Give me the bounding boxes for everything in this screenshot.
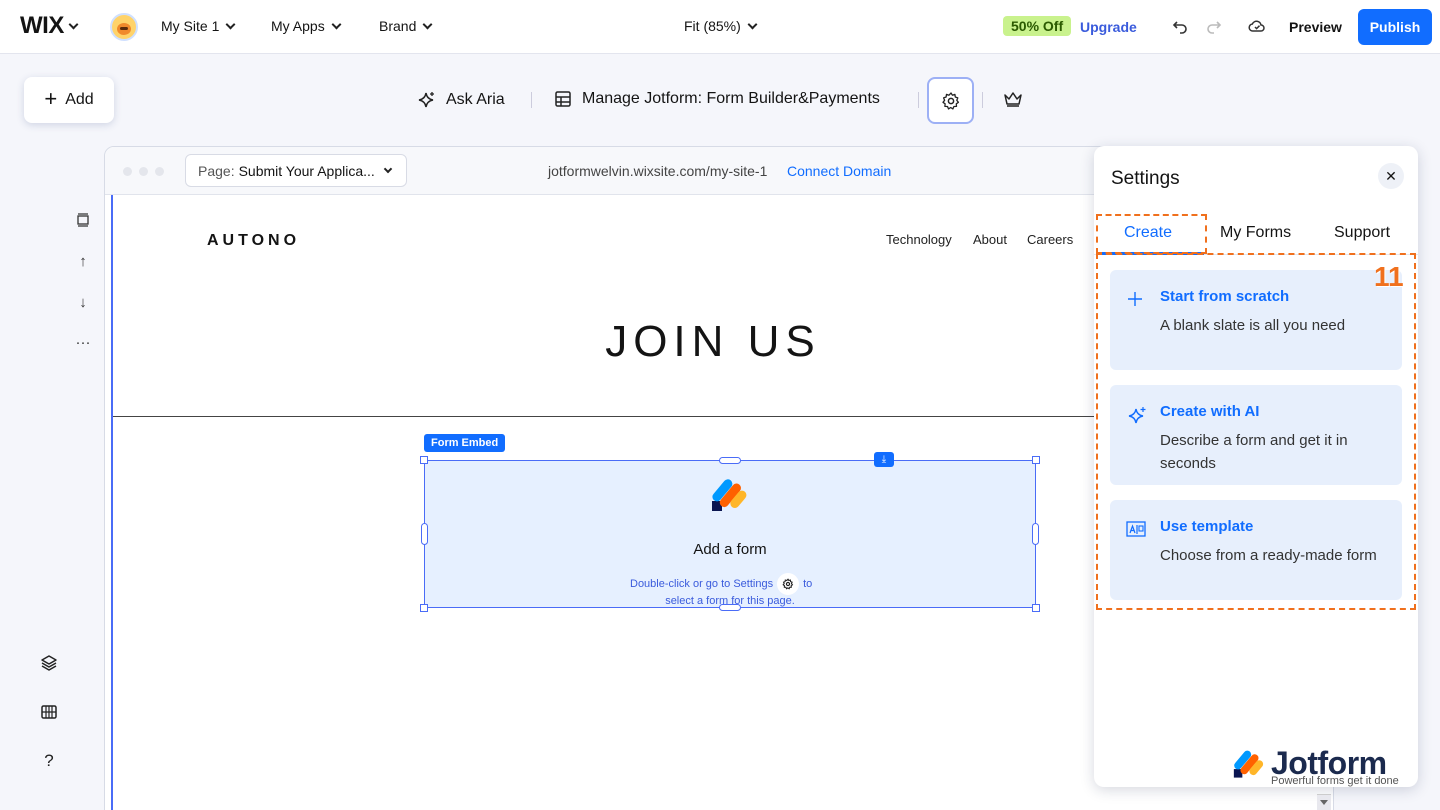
add-elements-button[interactable]: + Add bbox=[24, 77, 114, 123]
nav-link-about[interactable]: About bbox=[973, 232, 1007, 247]
nav-link-careers[interactable]: Careers bbox=[1027, 232, 1073, 247]
avatar[interactable] bbox=[110, 13, 138, 41]
sparkle-icon bbox=[1126, 405, 1148, 427]
divider-line bbox=[113, 416, 1113, 417]
download-icon[interactable]: ⤓ bbox=[874, 452, 894, 467]
undo-icon[interactable] bbox=[1172, 18, 1188, 39]
more-options-icon[interactable]: ··· bbox=[70, 329, 96, 355]
grid-icon[interactable] bbox=[36, 699, 62, 725]
tab-my-forms[interactable]: My Forms bbox=[1220, 224, 1291, 242]
watermark-tagline: Powerful forms get it done bbox=[1271, 775, 1399, 787]
card-description: A blank slate is all you need bbox=[1160, 317, 1346, 334]
site-url: jotformwelvin.wixsite.com/my-site-1 bbox=[548, 163, 768, 179]
layers-icon[interactable] bbox=[36, 650, 62, 676]
chevron-down-icon bbox=[68, 19, 79, 29]
toolbar-divider bbox=[531, 92, 532, 108]
chevron-down-icon bbox=[331, 19, 342, 29]
form-hint-line1: Double-click or go to Settings to bbox=[630, 573, 812, 595]
site-brand[interactable]: AUTONO bbox=[207, 232, 300, 250]
plus-icon: + bbox=[44, 86, 58, 111]
ask-aria-label: Ask Aria bbox=[446, 91, 505, 108]
toolbar-divider bbox=[918, 92, 919, 108]
zoom-menu[interactable]: Fit (85%) bbox=[684, 18, 758, 34]
start-from-scratch-card[interactable]: Start from scratch A blank slate is all … bbox=[1110, 270, 1402, 370]
chevron-down-icon bbox=[383, 164, 393, 173]
resize-handle[interactable] bbox=[420, 456, 428, 464]
brand-menu[interactable]: Brand bbox=[379, 18, 433, 34]
form-hint-prefix: Double-click or go to Settings bbox=[630, 578, 774, 590]
redo-icon[interactable] bbox=[1206, 18, 1222, 39]
site-menu-label: My Site 1 bbox=[161, 18, 220, 34]
connect-domain-link[interactable]: Connect Domain bbox=[787, 163, 891, 179]
move-up-icon[interactable]: ↑ bbox=[70, 248, 96, 274]
gear-icon bbox=[941, 91, 959, 110]
plus-icon bbox=[1126, 290, 1148, 312]
card-title: Create with AI bbox=[1160, 403, 1260, 420]
crown-icon[interactable] bbox=[1003, 91, 1023, 107]
discount-badge: 50% Off bbox=[1003, 16, 1072, 36]
page-selector-value: Submit Your Applica... bbox=[238, 162, 375, 179]
panel-title: Settings bbox=[1111, 168, 1180, 189]
resize-handle[interactable] bbox=[1032, 456, 1040, 464]
publish-button[interactable]: Publish bbox=[1358, 9, 1432, 45]
resize-handle[interactable] bbox=[719, 457, 741, 464]
form-hint-line2: select a form for this page. bbox=[665, 595, 795, 607]
upgrade-link[interactable]: Upgrade bbox=[1080, 19, 1137, 35]
card-description: Describe a form and get it in seconds bbox=[1160, 432, 1348, 472]
nav-link-technology[interactable]: Technology bbox=[886, 232, 952, 247]
page-selector-label: Page: bbox=[198, 162, 235, 179]
card-description: Choose from a ready-made form bbox=[1160, 547, 1377, 564]
ask-aria-button[interactable]: Ask Aria bbox=[416, 90, 505, 110]
toolbar-divider bbox=[982, 92, 983, 108]
page-selector[interactable]: Page: Submit Your Applica... bbox=[185, 154, 407, 187]
zoom-label: Fit (85%) bbox=[684, 18, 741, 34]
highlight-create-tab bbox=[1096, 214, 1207, 254]
jotform-logo bbox=[712, 475, 750, 515]
preview-button[interactable]: Preview bbox=[1289, 19, 1342, 35]
step-number: 11 bbox=[1374, 261, 1404, 292]
wix-logo: WIX bbox=[20, 12, 64, 39]
manage-app-button[interactable]: Manage Jotform: Form Builder&Payments bbox=[554, 90, 880, 108]
apps-menu[interactable]: My Apps bbox=[271, 18, 342, 34]
close-icon[interactable]: ✕ bbox=[1378, 163, 1404, 189]
tab-support[interactable]: Support bbox=[1334, 224, 1390, 242]
table-icon bbox=[555, 91, 571, 107]
app-name-label: Manage Jotform: Form Builder&Payments bbox=[582, 90, 880, 107]
jotform-logo bbox=[1233, 750, 1264, 778]
sparkle-icon bbox=[418, 92, 434, 108]
form-embed-tag: Form Embed bbox=[424, 434, 506, 452]
form-hint-suffix: to bbox=[803, 578, 813, 590]
move-down-icon[interactable]: ↓ bbox=[70, 289, 96, 315]
section-layout-icon[interactable] bbox=[70, 207, 96, 233]
apps-menu-label: My Apps bbox=[271, 18, 325, 34]
card-title: Start from scratch bbox=[1160, 288, 1290, 305]
wix-editor: WIX My Site 1 My Apps Brand Fit (85%) 50… bbox=[0, 0, 1440, 810]
create-with-ai-card[interactable]: Create with AI Describe a form and get i… bbox=[1110, 385, 1402, 485]
help-icon[interactable]: ? bbox=[36, 748, 62, 774]
scrollbar-down-arrow[interactable] bbox=[1317, 794, 1331, 810]
chevron-down-icon bbox=[422, 19, 433, 29]
add-form-title: Add a form bbox=[693, 541, 767, 558]
card-title: Use template bbox=[1160, 518, 1254, 535]
top-bar: WIX My Site 1 My Apps Brand Fit (85%) 50… bbox=[0, 0, 1440, 54]
gear-icon[interactable] bbox=[777, 573, 800, 595]
use-template-card[interactable]: Use template Choose from a ready-made fo… bbox=[1110, 500, 1402, 600]
settings-button[interactable] bbox=[927, 77, 974, 124]
template-icon bbox=[1126, 520, 1148, 542]
add-label: Add bbox=[65, 91, 94, 108]
site-menu[interactable]: My Site 1 bbox=[161, 18, 236, 34]
brand-menu-label: Brand bbox=[379, 18, 417, 34]
chevron-down-icon bbox=[225, 19, 236, 29]
wix-logo-menu[interactable]: WIX bbox=[20, 12, 79, 40]
cloud-save-icon[interactable] bbox=[1248, 17, 1266, 35]
window-dots bbox=[123, 167, 164, 176]
chevron-down-icon bbox=[747, 19, 758, 29]
jotform-watermark: Jotform Powerful forms get it done bbox=[1233, 745, 1408, 789]
